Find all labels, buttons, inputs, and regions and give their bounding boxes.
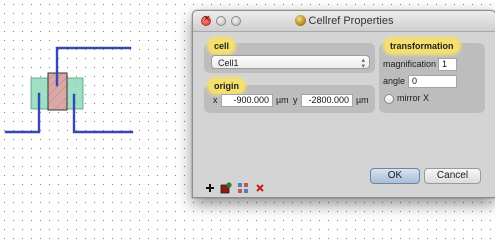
- title-bar[interactable]: Cellref Properties: [193, 11, 495, 32]
- origin-x-input[interactable]: -900.000: [221, 94, 273, 107]
- origin-x-unit: µm: [276, 95, 289, 105]
- app-icon: [294, 15, 306, 26]
- x-icon[interactable]: [254, 182, 266, 194]
- mirror-x-checkbox[interactable]: [384, 94, 394, 104]
- ok-button[interactable]: OK: [370, 168, 420, 184]
- mirror-x-label: mirror X: [397, 93, 429, 103]
- angle-label: angle: [383, 76, 406, 86]
- magnification-label: magnification: [383, 59, 437, 69]
- array-icon[interactable]: [237, 182, 249, 194]
- angle-input[interactable]: 0: [408, 75, 457, 88]
- fill-icon[interactable]: [220, 182, 232, 194]
- plus-icon[interactable]: [204, 182, 216, 194]
- cell-group-label: cell: [209, 39, 235, 53]
- cell-select-value: Cell1: [218, 58, 239, 68]
- origin-y-label: y: [293, 95, 298, 105]
- transformation-group-label: transformation: [385, 39, 459, 53]
- cancel-button[interactable]: Cancel: [424, 168, 481, 184]
- origin-x-label: x: [213, 95, 218, 105]
- cell-select[interactable]: Cell1 ▴ ▾: [211, 55, 370, 70]
- origin-y-unit: µm: [356, 95, 369, 105]
- cellref-properties-dialog: Cellref Properties cell Cell1 ▴▾ origin …: [192, 10, 495, 198]
- window-title: Cellref Properties: [308, 15, 394, 27]
- origin-y-input[interactable]: -2800.000: [301, 94, 353, 107]
- origin-group-label: origin: [209, 79, 244, 93]
- chevron-updown-icon: ▴ ▾: [361, 56, 365, 70]
- magnification-input[interactable]: 1: [438, 58, 457, 71]
- window-title-container: Cellref Properties: [193, 14, 495, 28]
